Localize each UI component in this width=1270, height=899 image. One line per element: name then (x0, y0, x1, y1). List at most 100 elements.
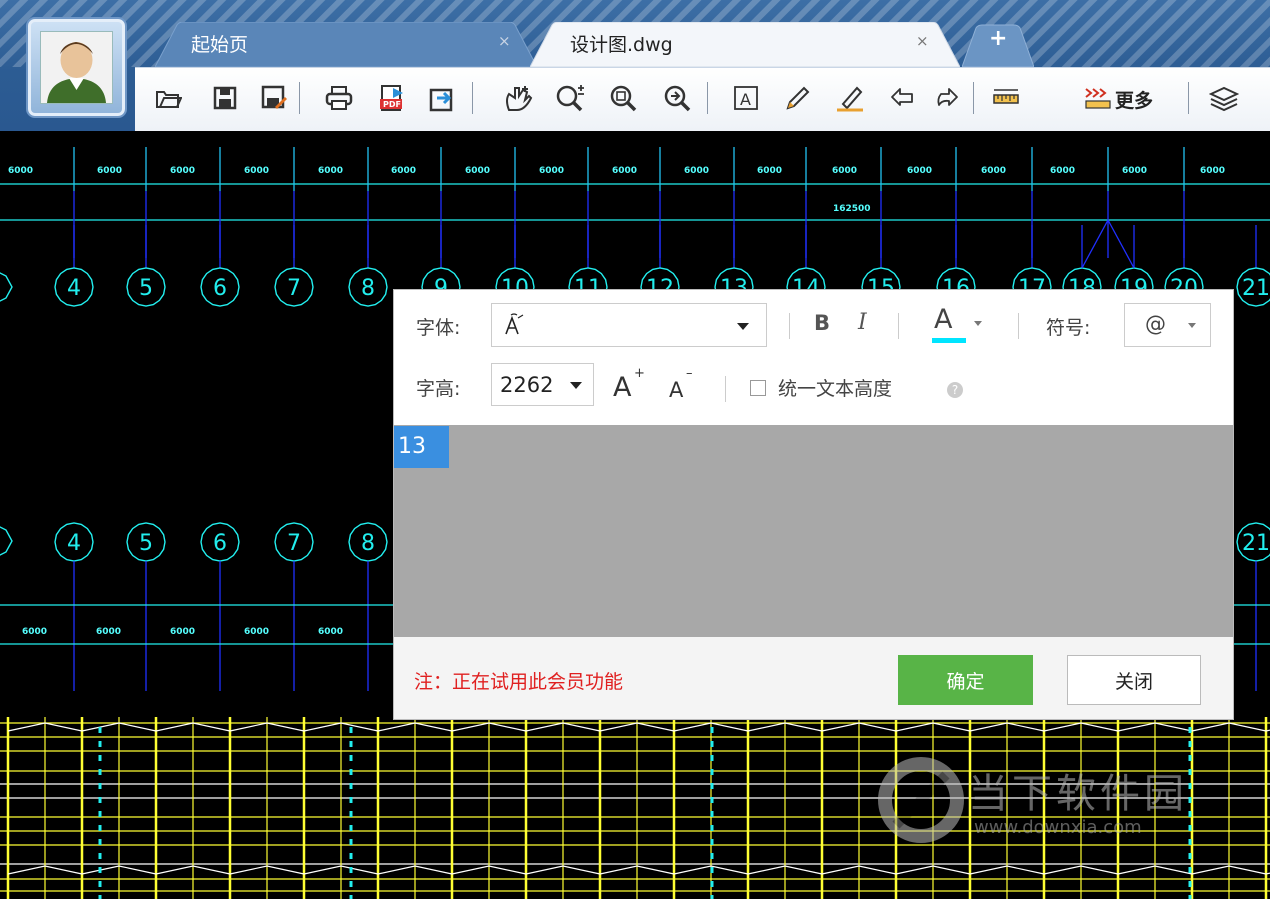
font-preview-icon (505, 313, 524, 335)
axis-label: 5 (139, 276, 153, 301)
dimension-label: 6000 (684, 166, 709, 176)
increase-font-label: A (613, 372, 632, 403)
export-pdf-icon[interactable]: PDF (375, 80, 409, 116)
watermark-url: www.downxia.com (974, 817, 1142, 838)
dimension-label: 6000 (391, 166, 416, 176)
axis-label: 7 (287, 276, 301, 301)
axis-bubble-partial (0, 526, 13, 556)
dimension-label: 6000 (170, 627, 195, 637)
zoom-in-out-icon[interactable] (553, 80, 587, 116)
text-tool-icon[interactable]: A (729, 80, 763, 116)
highlighter-icon[interactable] (833, 80, 867, 116)
toolbar-separator (973, 82, 974, 114)
pencil-icon[interactable] (781, 80, 815, 116)
font-label: 字体: (416, 317, 461, 339)
tab-title: 设计图.dwg (570, 34, 673, 56)
toolbar-separator (299, 82, 300, 114)
tab-close-icon[interactable]: × (916, 32, 929, 50)
zoom-extents-icon[interactable] (661, 80, 695, 116)
dimension-label: 6000 (612, 166, 637, 176)
dimension-label: 6000 (244, 627, 269, 637)
zoom-window-icon[interactable] (607, 80, 641, 116)
chevron-down-icon (974, 321, 982, 326)
increase-font-button[interactable]: A + (613, 366, 653, 406)
redo-icon[interactable] (930, 80, 964, 116)
font-color-button[interactable]: A (930, 302, 990, 346)
dimension-label: 6000 (981, 166, 1006, 176)
user-avatar-frame[interactable] (26, 17, 127, 118)
dimension-label: 6000 (8, 166, 33, 176)
close-button[interactable]: 关闭 (1067, 655, 1201, 705)
tab-close-icon[interactable]: × (498, 32, 511, 50)
symbol-label: 符号: (1046, 317, 1091, 339)
dimension-label: 6000 (244, 166, 269, 176)
print-icon[interactable] (322, 80, 356, 116)
new-tab-button[interactable]: + (962, 22, 1034, 67)
watermark: 当下软件园 www.downxia.com (876, 755, 1226, 855)
axis-label: 8 (361, 531, 375, 556)
axis-label: 21 (1242, 276, 1270, 301)
bold-button[interactable]: B (814, 311, 830, 335)
axis-branch-line (1081, 219, 1109, 269)
measure-more-icon[interactable] (1081, 80, 1115, 116)
height-value: 2262 (500, 373, 554, 397)
axis-branch-line (1107, 219, 1135, 269)
svg-text:PDF: PDF (383, 100, 401, 109)
axis-label: 5 (139, 531, 153, 556)
axis-label: 8 (361, 276, 375, 301)
tab-design-dwg[interactable]: 设计图.dwg × (530, 22, 960, 67)
text-edit-area[interactable]: 13 (394, 425, 1233, 637)
chevron-down-icon (570, 382, 582, 389)
more-button[interactable]: 更多 (1115, 86, 1153, 113)
decrease-font-label: A (669, 378, 684, 402)
dimension-label: 6000 (1122, 166, 1147, 176)
font-select[interactable] (491, 303, 767, 347)
symbol-select[interactable]: @ (1124, 303, 1211, 347)
selected-text[interactable]: 13 (394, 426, 449, 468)
separator (898, 313, 899, 339)
axis-label: 7 (287, 531, 301, 556)
ok-button[interactable]: 确定 (898, 655, 1033, 705)
dimension-label: 6000 (318, 166, 343, 176)
italic-button[interactable]: I (858, 310, 867, 335)
watermark-logo-icon (878, 757, 964, 843)
dimension-label: 6000 (170, 166, 195, 176)
pan-hand-icon[interactable] (501, 80, 535, 116)
save-as-icon[interactable] (257, 80, 291, 116)
help-icon[interactable]: ? (947, 382, 963, 398)
dimension-label: 6000 (318, 627, 343, 637)
dimension-label: 6000 (96, 627, 121, 637)
dialog-footer: 注：正在试用此会员功能 确定 关闭 (394, 637, 1233, 719)
tab-start-page[interactable]: 起始页 × (155, 22, 537, 67)
avatar[interactable] (40, 31, 113, 104)
separator (1018, 313, 1019, 339)
separator (789, 313, 790, 339)
undo-icon[interactable] (885, 80, 919, 116)
height-label: 字高: (416, 378, 461, 400)
tab-title: 起始页 (191, 34, 249, 56)
toolbar-separator (1188, 82, 1189, 114)
open-folder-icon[interactable] (152, 80, 186, 116)
measure-ruler-icon[interactable] (989, 80, 1023, 116)
text-edit-dialog: 字体: B I A 符号: @ 字高: 2262 A + A – 统一文本高度 … (393, 289, 1234, 720)
svg-text:A: A (740, 90, 751, 109)
dimension-label: 6000 (22, 627, 47, 637)
dimension-label: 6000 (832, 166, 857, 176)
save-icon[interactable] (208, 80, 242, 116)
dimension-label: 6000 (1050, 166, 1075, 176)
export-image-icon[interactable] (425, 80, 459, 116)
uniform-height-checkbox[interactable] (750, 380, 766, 396)
layers-icon[interactable] (1207, 80, 1241, 116)
chevron-down-icon (1188, 323, 1196, 328)
uniform-height-label: 统一文本高度 (778, 378, 893, 400)
font-color-swatch (932, 338, 966, 343)
axis-bubble-partial (0, 272, 13, 302)
trial-note: 注：正在试用此会员功能 (414, 671, 624, 693)
dimension-label: 6000 (907, 166, 932, 176)
toolbar-separator (707, 82, 708, 114)
total-dimension-label: 162500 (833, 204, 871, 214)
plus-icon: + (634, 366, 645, 381)
axis-label: 6 (213, 276, 227, 301)
decrease-font-button[interactable]: A – (669, 366, 709, 406)
font-height-select[interactable]: 2262 (491, 363, 594, 406)
